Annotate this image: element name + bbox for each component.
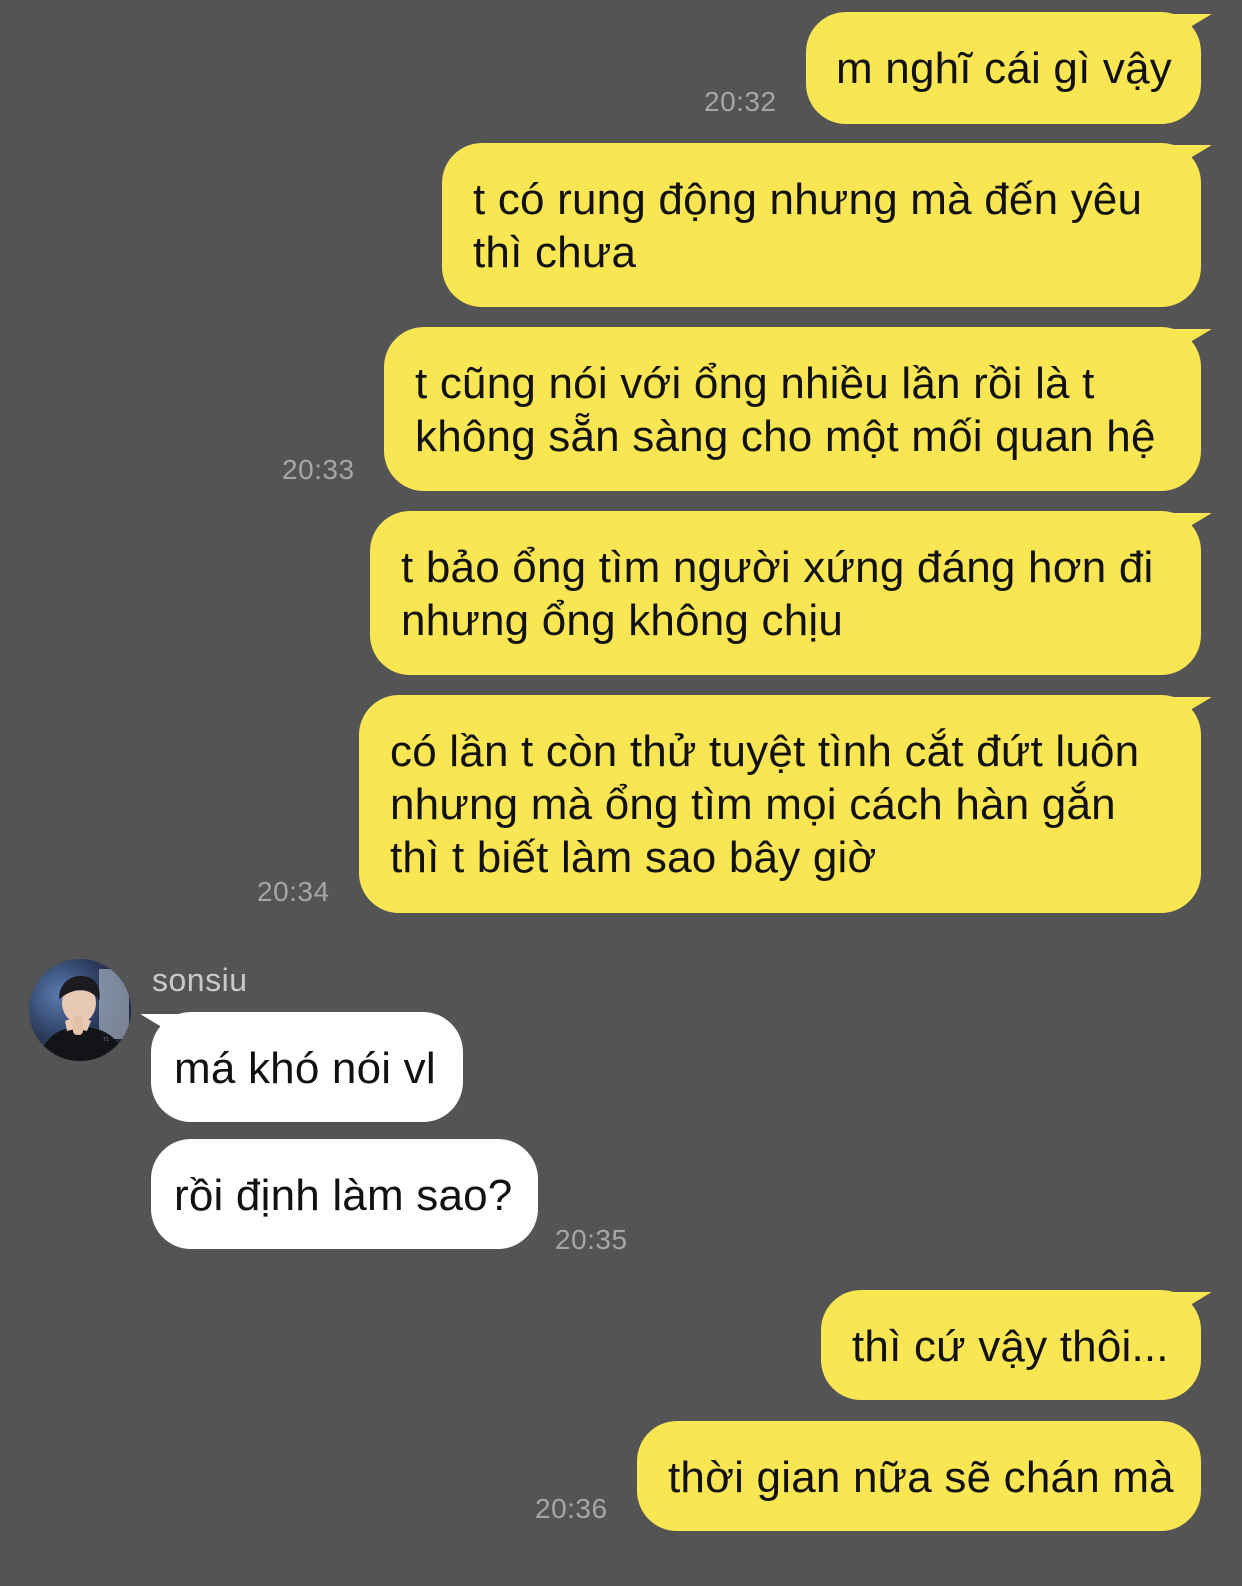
- message-text: thì t biết làm sao bây giờ: [390, 833, 877, 882]
- message-text: m nghĩ cái gì vậy: [836, 44, 1172, 93]
- message-text: t cũng nói với ổng nhiều lần rồi là t: [415, 359, 1095, 408]
- bubble-tail: [141, 1014, 185, 1050]
- bubble-tail: [1167, 145, 1211, 181]
- sender-name: sonsiu: [152, 962, 248, 998]
- message-bubble-outgoing[interactable]: có lần t còn thử tuyệt tình cắt đứt luôn…: [359, 695, 1201, 913]
- message-text: má khó nói vl: [174, 1044, 436, 1093]
- message-bubble-outgoing[interactable]: t cũng nói với ổng nhiều lần rồi là t kh…: [384, 327, 1201, 491]
- svg-text:T1: T1: [102, 1037, 109, 1043]
- message-bubble-incoming[interactable]: má khó nói vl: [151, 1012, 463, 1122]
- bubble-tail: [1167, 14, 1211, 50]
- message-bubble-outgoing[interactable]: t bảo ổng tìm người xứng đáng hơn đi như…: [370, 511, 1201, 675]
- message-bubble-outgoing[interactable]: t có rung động nhưng mà đến yêu thì chưa: [442, 143, 1201, 307]
- message-bubble-incoming[interactable]: rồi định làm sao?: [151, 1139, 538, 1249]
- message-text: thì chưa: [473, 228, 637, 277]
- message-text: rồi định làm sao?: [174, 1171, 513, 1220]
- bubble-tail: [1167, 1292, 1211, 1328]
- message-text: nhưng ổng không chịu: [401, 596, 844, 645]
- bubble-tail: [1167, 513, 1211, 549]
- message-text: t có rung động nhưng mà đến yêu: [473, 175, 1143, 224]
- message-timestamp: 20:36: [535, 1493, 608, 1524]
- message-text: nhưng mà ổng tìm mọi cách hàn gắn: [390, 780, 1116, 829]
- message-bubble-outgoing[interactable]: thì cứ vậy thôi...: [821, 1290, 1201, 1400]
- message-text: có lần t còn thử tuyệt tình cắt đứt luôn: [390, 727, 1140, 776]
- avatar-image: T1: [29, 959, 131, 1061]
- message-text: không sẵn sàng cho một mối quan hệ: [415, 412, 1156, 461]
- bubble-tail: [1167, 697, 1211, 733]
- message-bubble-outgoing[interactable]: m nghĩ cái gì vậy: [806, 12, 1201, 124]
- message-text: t bảo ổng tìm người xứng đáng hơn đi: [401, 543, 1154, 592]
- message-text: thì cứ vậy thôi...: [852, 1322, 1169, 1371]
- message-bubble-outgoing[interactable]: thời gian nữa sẽ chán mà: [637, 1421, 1201, 1531]
- message-timestamp: 20:33: [282, 454, 355, 485]
- message-text: thời gian nữa sẽ chán mà: [668, 1453, 1174, 1502]
- avatar[interactable]: T1: [29, 959, 131, 1061]
- bubble-tail: [1167, 329, 1211, 365]
- message-timestamp: 20:34: [257, 876, 330, 907]
- message-timestamp: 20:32: [704, 86, 777, 117]
- message-timestamp: 20:35: [555, 1224, 628, 1255]
